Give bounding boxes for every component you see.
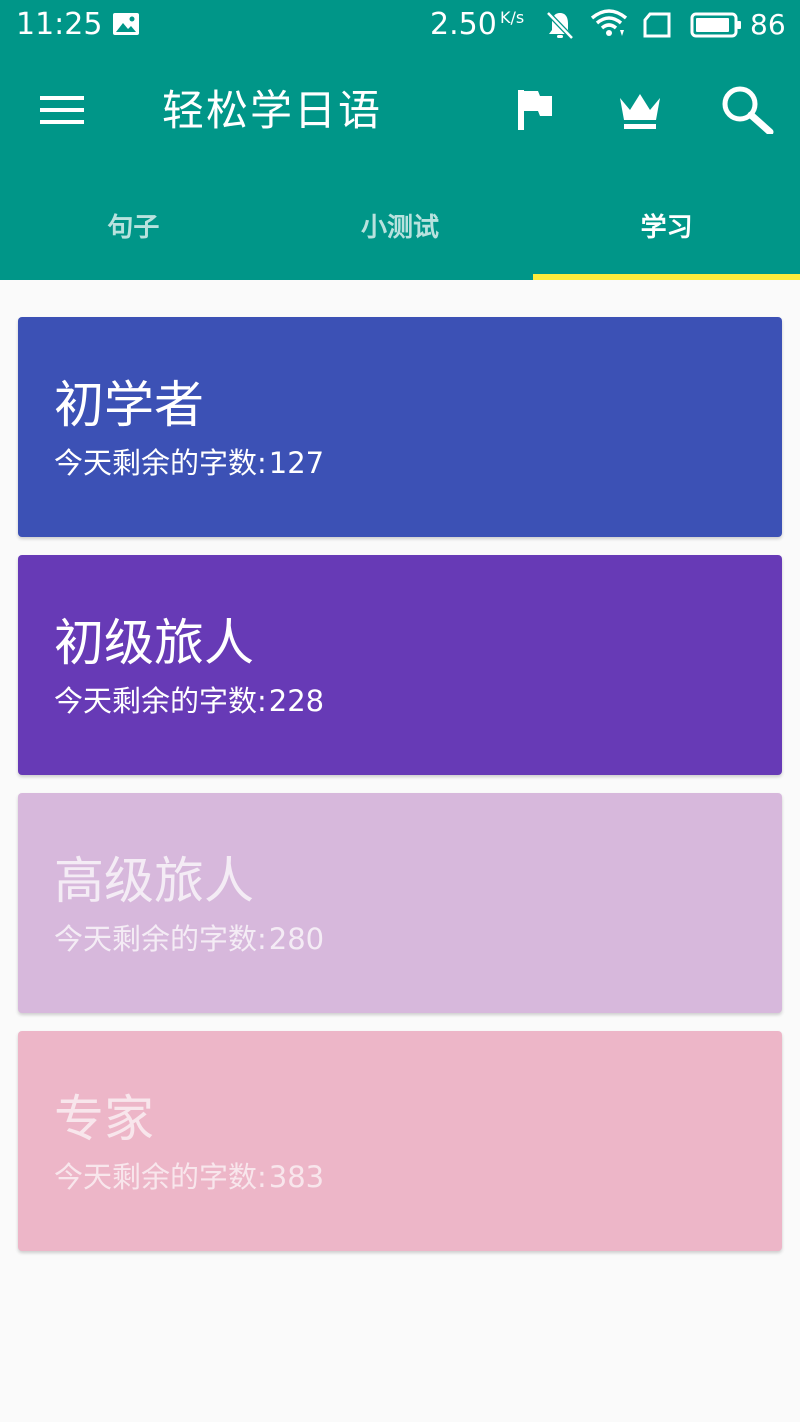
flag-icon[interactable] (516, 88, 554, 132)
remaining-label: 今天剩余的字数: (54, 446, 267, 480)
battery-level: 86 (750, 8, 786, 41)
status-time: 11:25 (16, 7, 103, 42)
tab-quiz[interactable]: 小测试 (267, 190, 534, 280)
remaining-label: 今天剩余的字数: (54, 684, 267, 718)
remaining-label: 今天剩余的字数: (54, 1160, 267, 1194)
sim-card-icon (643, 12, 671, 38)
level-remaining: 今天剩余的字数:280 (54, 919, 324, 959)
wifi-icon (590, 9, 628, 36)
tab-bar: 句子 小测试 学习 (0, 190, 800, 280)
level-remaining: 今天剩余的字数:383 (54, 1157, 324, 1197)
level-remaining: 今天剩余的字数:127 (54, 443, 324, 483)
search-icon[interactable] (720, 84, 774, 134)
menu-icon[interactable] (40, 92, 84, 128)
remaining-label: 今天剩余的字数: (54, 922, 267, 956)
level-card-senior-traveler[interactable]: 高级旅人 今天剩余的字数:280 (18, 793, 782, 1013)
app-title: 轻松学日语 (162, 86, 383, 135)
remaining-count: 280 (268, 922, 325, 956)
muted-bell-icon (546, 11, 574, 40)
tab-study[interactable]: 学习 (533, 190, 800, 280)
status-bar: 11:25 2.50 K/s 86 (0, 0, 800, 50)
tab-sentences[interactable]: 句子 (0, 190, 267, 280)
level-remaining: 今天剩余的字数:228 (54, 681, 324, 721)
level-title: 初级旅人 (54, 614, 254, 672)
remaining-count: 127 (268, 446, 325, 480)
level-title: 初学者 (54, 376, 204, 434)
app-bar: 11:25 2.50 K/s 86 轻松学日语 句子 小测试 学习 (0, 0, 800, 280)
level-title: 专家 (54, 1090, 154, 1148)
network-speed-unit: K/s (500, 8, 525, 27)
level-card-expert[interactable]: 专家 今天剩余的字数:383 (18, 1031, 782, 1251)
level-title: 高级旅人 (54, 852, 254, 910)
network-speed: 2.50 (430, 7, 497, 42)
level-list: 初学者 今天剩余的字数:127 初级旅人 今天剩余的字数:228 高级旅人 今天… (18, 317, 782, 1269)
level-card-junior-traveler[interactable]: 初级旅人 今天剩余的字数:228 (18, 555, 782, 775)
battery-icon (690, 12, 741, 38)
remaining-count: 383 (268, 1160, 325, 1194)
level-card-beginner[interactable]: 初学者 今天剩余的字数:127 (18, 317, 782, 537)
remaining-count: 228 (268, 684, 325, 718)
crown-icon[interactable] (618, 92, 662, 132)
image-notification-icon (113, 13, 139, 35)
